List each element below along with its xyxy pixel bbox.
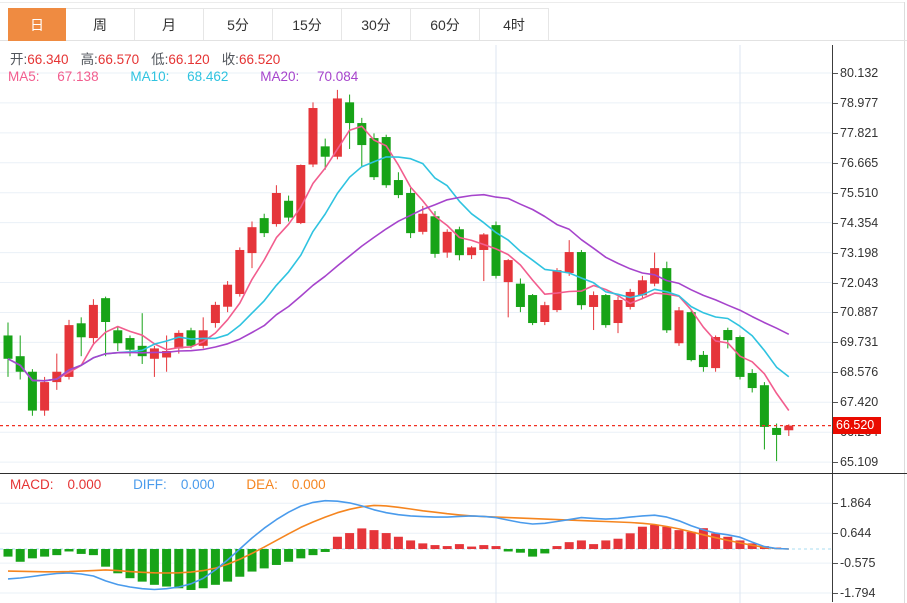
- current-price-badge: 66.520: [833, 417, 881, 434]
- main-y-axis-label: 80.132: [840, 65, 902, 81]
- main-y-axis-tick: [833, 103, 838, 104]
- right-border: [904, 2, 905, 603]
- main-y-axis-label: 69.731: [840, 334, 902, 350]
- main-y-axis-tick: [833, 462, 838, 463]
- main-y-axis-tick: [833, 402, 838, 403]
- main-y-axis-tick: [833, 133, 838, 134]
- dea-value: DEA:0.000: [246, 477, 339, 492]
- ma10-value: MA10: 68.462: [130, 69, 242, 84]
- main-y-axis-label: 72.043: [840, 275, 902, 291]
- main-y-axis-label: 65.109: [840, 454, 902, 470]
- close-label: 收:: [222, 52, 239, 67]
- panel-divider: [0, 473, 907, 474]
- ma5-value: MA5: 67.138: [8, 69, 113, 84]
- period-tabbar: 日 周 月 5分 15分 30分 60分 4时: [0, 8, 907, 41]
- macd-info: MACD:0.000 DIFF:0.000 DEA:0.000: [10, 477, 354, 492]
- macd-y-axis-tick: [833, 533, 838, 534]
- candles: [4, 90, 794, 461]
- main-y-axis-tick: [833, 312, 838, 313]
- main-y-axis-label: 68.576: [840, 364, 902, 380]
- ma5-line: [8, 126, 789, 410]
- main-y-axis-tick: [833, 283, 838, 284]
- ma-info: MA5: 67.138 MA10: 68.462 MA20: 70.084: [8, 69, 386, 84]
- ma20-value: MA20: 70.084: [260, 69, 372, 84]
- tab-30min[interactable]: 30分: [342, 8, 411, 40]
- main-y-axis-tick: [833, 253, 838, 254]
- macd-y-axis-label: 0.644: [840, 525, 902, 541]
- main-y-axis-tick: [833, 73, 838, 74]
- macd-y-axis-tick: [833, 503, 838, 504]
- main-y-axis-label: 77.821: [840, 125, 902, 141]
- main-gridlines: [0, 45, 832, 473]
- main-y-axis-tick: [833, 342, 838, 343]
- low-label: 低:: [151, 52, 168, 67]
- ohlc-info: 开:66.340 高:66.570 低:66.120 收:66.520: [10, 48, 292, 68]
- high-label: 高:: [81, 52, 98, 67]
- main-candlestick-chart[interactable]: [0, 41, 833, 473]
- macd-y-axis-tick: [833, 563, 838, 564]
- main-y-axis-tick: [833, 163, 838, 164]
- tab-month[interactable]: 月: [135, 8, 204, 40]
- macd-y-axis-label: -1.794: [840, 585, 902, 601]
- tab-week[interactable]: 周: [66, 8, 135, 40]
- macd-chart[interactable]: [0, 474, 833, 603]
- macd-y-axis-label: 1.864: [840, 495, 902, 511]
- main-y-axis-label: 76.665: [840, 155, 902, 171]
- main-y-axis-label: 73.198: [840, 245, 902, 261]
- diff-value: DIFF:0.000: [133, 477, 229, 492]
- main-y-axis-label: 75.510: [840, 185, 902, 201]
- macd-value: MACD:0.000: [10, 477, 115, 492]
- main-y-axis-label: 78.977: [840, 95, 902, 111]
- main-y-axis-tick: [833, 223, 838, 224]
- macd-y-axis-tick: [833, 593, 838, 594]
- tab-60min[interactable]: 60分: [411, 8, 480, 40]
- main-y-axis-tick: [833, 193, 838, 194]
- close-value: 66.520: [239, 52, 280, 67]
- high-value: 66.570: [98, 52, 139, 67]
- ma-lines: [8, 126, 789, 410]
- top-border: [0, 2, 905, 3]
- y-axis-line: [832, 45, 833, 602]
- tab-15min[interactable]: 15分: [273, 8, 342, 40]
- tab-day[interactable]: 日: [8, 8, 66, 41]
- main-y-axis-label: 70.887: [840, 304, 902, 320]
- macd-y-axis-label: -0.575: [840, 555, 902, 571]
- main-y-axis-label: 74.354: [840, 215, 902, 231]
- tab-5min[interactable]: 5分: [204, 8, 273, 40]
- open-value: 66.340: [27, 52, 68, 67]
- open-label: 开:: [10, 52, 27, 67]
- main-y-axis-tick: [833, 372, 838, 373]
- kline-app: 日 周 月 5分 15分 30分 60分 4时 80.132 78.977 77.8…: [0, 0, 907, 603]
- low-value: 66.120: [168, 52, 209, 67]
- tab-4hour[interactable]: 4时: [480, 8, 549, 40]
- macd-histogram: [4, 525, 782, 590]
- main-y-axis-label: 67.420: [840, 394, 902, 410]
